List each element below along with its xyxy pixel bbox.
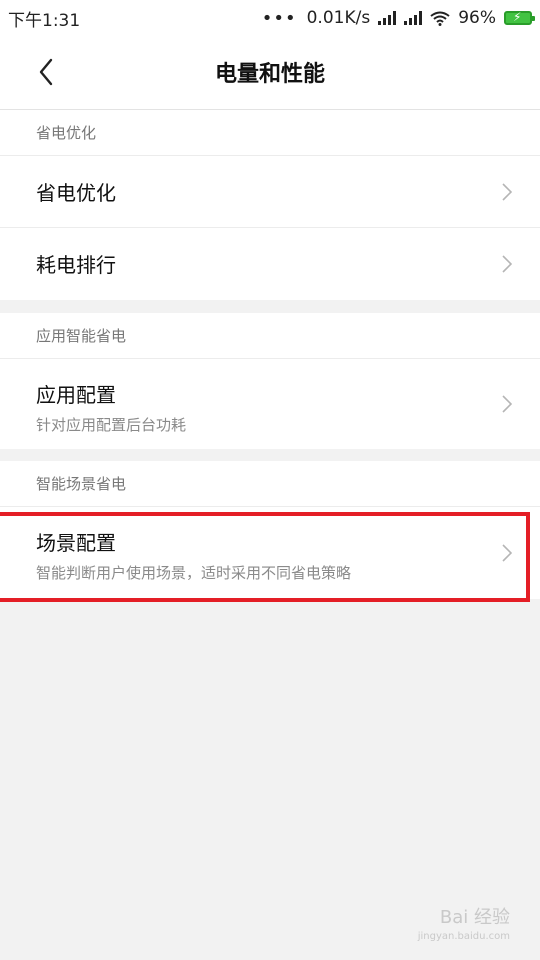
- notification-dots: •••: [261, 7, 297, 29]
- row-app-config[interactable]: 应用配置 针对应用配置后台功耗: [0, 359, 540, 449]
- row-power-ranking[interactable]: 耗电排行: [0, 228, 540, 300]
- row-subtitle: 针对应用配置后台功耗: [36, 416, 187, 434]
- row-power-optimization[interactable]: 省电优化: [0, 156, 540, 228]
- row-scene-config[interactable]: 场景配置 智能判断用户使用场景，适时采用不同省电策略: [0, 507, 540, 599]
- status-right: ••• 0.01K/s 96% ⚡: [261, 7, 535, 29]
- watermark-url: jingyan.baidu.com: [417, 931, 510, 942]
- watermark: Bai 经验 jingyan.baidu.com: [418, 903, 510, 942]
- page-title: 电量和性能: [214, 62, 325, 87]
- status-time: 下午1:31: [8, 10, 81, 31]
- section-app-smart-saving: 应用智能省电 应用配置 针对应用配置后台功耗: [0, 313, 540, 449]
- status-bar: 下午1:31 ••• 0.01K/s 96% ⚡: [0, 0, 540, 36]
- section-label: 智能场景省电: [0, 461, 540, 507]
- signal-icon: [378, 11, 397, 25]
- chevron-right-icon: [502, 182, 512, 201]
- network-speed: 0.01K/s: [306, 8, 371, 28]
- row-title: 场景配置: [36, 531, 116, 555]
- chevron-right-icon: [502, 255, 512, 273]
- wifi-icon: [430, 11, 450, 26]
- battery-icon: ⚡: [504, 10, 535, 25]
- row-title: 耗电排行: [36, 253, 116, 277]
- row-title: 省电优化: [36, 181, 116, 205]
- chevron-right-icon: [502, 544, 512, 562]
- signal-icon-2: [404, 11, 423, 25]
- battery-percent: 96%: [458, 8, 496, 28]
- row-subtitle: 智能判断用户使用场景，适时采用不同省电策略: [36, 564, 352, 582]
- row-title: 应用配置: [36, 383, 116, 407]
- chevron-right-icon: [502, 395, 512, 413]
- section-label: 省电优化: [0, 110, 540, 156]
- watermark-text: Bai 经验: [439, 907, 510, 928]
- section-scene-smart-saving: 智能场景省电 场景配置 智能判断用户使用场景，适时采用不同省电策略: [0, 461, 540, 599]
- section-label: 应用智能省电: [0, 313, 540, 359]
- section-power-optimization: 省电优化 省电优化 耗电排行: [0, 110, 540, 300]
- app-header: 电量和性能: [0, 36, 540, 110]
